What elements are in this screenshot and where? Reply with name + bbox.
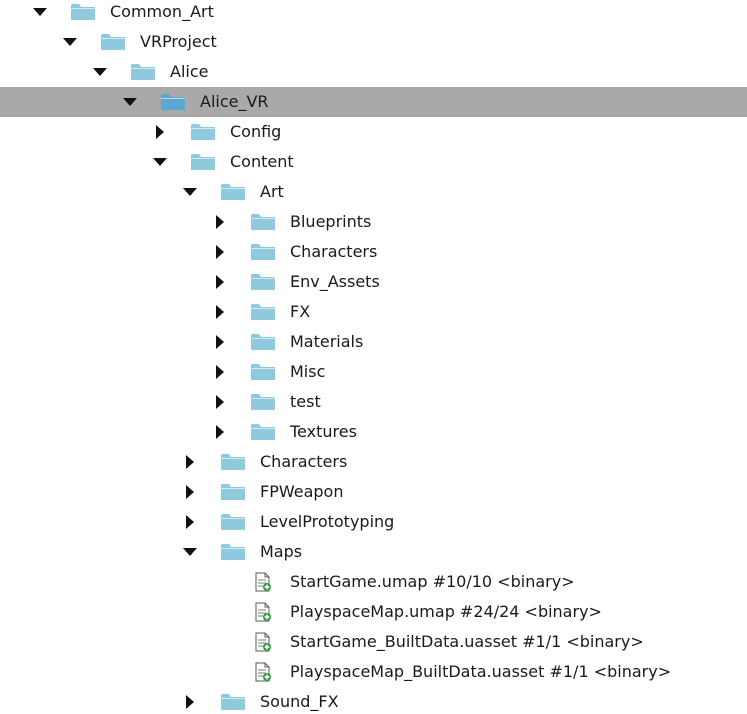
folder-icon (250, 302, 276, 322)
triangle-right-icon[interactable] (182, 514, 198, 530)
folder-row-blueprints[interactable]: Blueprints (0, 207, 747, 237)
folder-icon (220, 452, 246, 472)
node-label: Maps (260, 542, 303, 561)
triangle-right-icon[interactable] (182, 484, 198, 500)
folder-icon (220, 542, 246, 562)
folder-icon (220, 482, 246, 502)
folder-row-art[interactable]: Art (0, 177, 747, 207)
folder-icon (250, 332, 276, 352)
triangle-right-icon[interactable] (212, 244, 228, 260)
node-label: FPWeapon (260, 482, 344, 501)
folder-row-characters[interactable]: Characters (0, 447, 747, 477)
depot-tree: Common_Art VRProject Alice Alice_VR Config Co… (0, 0, 747, 714)
folder-row-alice[interactable]: Alice (0, 57, 747, 87)
folder-row-common-art[interactable]: Common_Art (0, 0, 747, 27)
folder-row-textures[interactable]: Textures (0, 417, 747, 447)
folder-row-misc[interactable]: Misc (0, 357, 747, 387)
toggle-placeholder (212, 574, 228, 590)
folder-row-config[interactable]: Config (0, 117, 747, 147)
folder-icon (250, 272, 276, 292)
triangle-right-icon[interactable] (212, 364, 228, 380)
triangle-down-icon[interactable] (62, 34, 78, 50)
folder-icon (130, 62, 156, 82)
folder-icon (250, 212, 276, 232)
file-row-startgame-builtdata-uasset-1-1-binary[interactable]: StartGame_BuiltData.uasset #1/1 <binary> (0, 627, 747, 657)
file-row-playspacemap-builtdata-uasset-1-1-binary[interactable]: PlayspaceMap_BuiltData.uasset #1/1 <bina… (0, 657, 747, 687)
node-label: PlayspaceMap_BuiltData.uasset #1/1 <bina… (290, 662, 672, 681)
file-row-startgame-umap-10-10-binary[interactable]: StartGame.umap #10/10 <binary> (0, 567, 747, 597)
node-label: PlayspaceMap.umap #24/24 <binary> (290, 602, 602, 621)
triangle-down-icon[interactable] (92, 64, 108, 80)
folder-icon (190, 152, 216, 172)
folder-row-vrproject[interactable]: VRProject (0, 27, 747, 57)
folder-row-fpweapon[interactable]: FPWeapon (0, 477, 747, 507)
toggle-placeholder (212, 634, 228, 650)
file-add-icon (250, 602, 276, 622)
file-row-playspacemap-umap-24-24-binary[interactable]: PlayspaceMap.umap #24/24 <binary> (0, 597, 747, 627)
node-label: Characters (290, 242, 378, 261)
folder-icon (190, 122, 216, 142)
triangle-down-icon[interactable] (182, 184, 198, 200)
file-add-icon (250, 572, 276, 592)
node-label: Alice (170, 62, 209, 81)
node-label: Misc (290, 362, 326, 381)
folder-icon (250, 242, 276, 262)
node-label: FX (290, 302, 311, 321)
triangle-down-icon[interactable] (152, 154, 168, 170)
node-label: VRProject (140, 32, 217, 51)
folder-icon (220, 692, 246, 712)
triangle-down-icon[interactable] (182, 544, 198, 560)
folder-row-characters[interactable]: Characters (0, 237, 747, 267)
triangle-down-icon[interactable] (122, 94, 138, 110)
folder-row-maps[interactable]: Maps (0, 537, 747, 567)
triangle-right-icon[interactable] (212, 274, 228, 290)
triangle-right-icon[interactable] (182, 454, 198, 470)
node-label: Config (230, 122, 282, 141)
folder-icon (220, 512, 246, 532)
triangle-right-icon[interactable] (212, 334, 228, 350)
toggle-placeholder (212, 664, 228, 680)
triangle-right-icon[interactable] (212, 304, 228, 320)
node-label: Alice_VR (200, 92, 269, 111)
node-label: Sound_FX (260, 692, 339, 711)
triangle-right-icon[interactable] (212, 214, 228, 230)
triangle-right-icon[interactable] (212, 394, 228, 410)
node-label: Env_Assets (290, 272, 380, 291)
node-label: StartGame_BuiltData.uasset #1/1 <binary> (290, 632, 644, 651)
folder-icon (100, 32, 126, 52)
folder-row-sound-fx[interactable]: Sound_FX (0, 687, 747, 714)
node-label: Content (230, 152, 294, 171)
triangle-right-icon[interactable] (212, 424, 228, 440)
folder-row-alice-vr[interactable]: Alice_VR (0, 87, 747, 117)
node-label: Common_Art (110, 2, 214, 21)
folder-row-levelprototyping[interactable]: LevelPrototyping (0, 507, 747, 537)
node-label: Characters (260, 452, 348, 471)
node-label: LevelPrototyping (260, 512, 395, 531)
toggle-placeholder (212, 604, 228, 620)
node-label: Materials (290, 332, 364, 351)
folder-row-env-assets[interactable]: Env_Assets (0, 267, 747, 297)
node-label: StartGame.umap #10/10 <binary> (290, 572, 575, 591)
folder-row-test[interactable]: test (0, 387, 747, 417)
folder-row-fx[interactable]: FX (0, 297, 747, 327)
file-add-icon (250, 632, 276, 652)
folder-icon (250, 422, 276, 442)
triangle-down-icon[interactable] (32, 4, 48, 20)
folder-icon (250, 362, 276, 382)
triangle-right-icon[interactable] (182, 694, 198, 710)
file-add-icon (250, 662, 276, 682)
folder-icon (250, 392, 276, 412)
triangle-right-icon[interactable] (152, 124, 168, 140)
folder-icon (220, 182, 246, 202)
node-label: Blueprints (290, 212, 372, 231)
folder-icon (70, 2, 96, 22)
node-label: test (290, 392, 321, 411)
folder-row-materials[interactable]: Materials (0, 327, 747, 357)
folder-icon (160, 92, 186, 112)
folder-row-content[interactable]: Content (0, 147, 747, 177)
node-label: Art (260, 182, 284, 201)
node-label: Textures (290, 422, 357, 441)
